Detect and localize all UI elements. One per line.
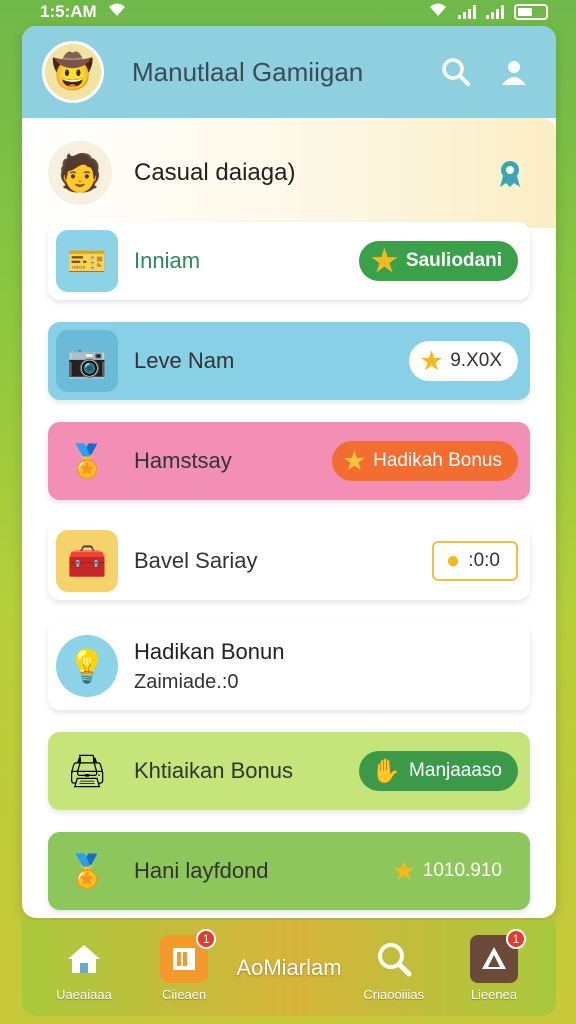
lightbulb-icon: 💡: [56, 635, 118, 697]
coin-icon: ●: [445, 547, 461, 574]
list-item[interactable]: 🖨 Khtiaikan Bonus ✋ Manjaaaso: [48, 732, 530, 810]
list-item[interactable]: 🧰 Bavel Sariay ● :0:0: [48, 522, 530, 600]
profile-avatar[interactable]: 🧑: [48, 141, 112, 205]
list-item-action-label: Hadikah Bonus: [373, 450, 502, 471]
tab-search[interactable]: Criaooiiias: [346, 935, 442, 1002]
list-item-sublabel: Zaimiade.:0: [134, 670, 239, 693]
app-header: 🤠 Manutlaal Gamiigan: [22, 26, 556, 118]
page-title: Manutlaal Gamiigan: [132, 56, 364, 87]
list-item-action-button[interactable]: ★ Sauliodani: [359, 241, 518, 281]
list-item-value: 9.X0X: [450, 350, 502, 371]
list-item[interactable]: 🏅 Hamstsay ★ Hadikah Bonus: [48, 422, 530, 500]
center-tab-label[interactable]: AoMiarlam: [236, 955, 341, 981]
list-item-label: Hamstsay: [134, 448, 232, 473]
search-icon[interactable]: [434, 50, 478, 94]
list-item-value: :0:0: [468, 550, 500, 571]
trophy-icon: 1: [469, 928, 526, 983]
sub-header-title: Casual daiaga): [134, 159, 296, 186]
status-time: 1:5:AM: [40, 2, 97, 21]
list-item-label: Inniam: [134, 248, 201, 273]
list-item[interactable]: 💡 Hadikan Bonun Zaimiade.:0: [48, 622, 530, 710]
ticket-icon: 🎫: [56, 230, 118, 292]
list-item-label: Hani layfdond: [134, 858, 269, 883]
status-bar: 1:5:AM: [0, 0, 576, 24]
avatar[interactable]: 🤠: [42, 41, 104, 103]
list-item-label: Bavel Sariay: [134, 548, 258, 573]
list-item-action-label: Sauliodani: [405, 250, 502, 271]
list-item-label: Hadikan Bonun: [134, 638, 285, 664]
calendar-icon: 1: [160, 928, 217, 983]
medal-icon: 🏅: [56, 840, 118, 902]
safe-icon: 🧰: [56, 530, 118, 592]
tab-label: Uaeaiaaa: [56, 986, 112, 1002]
tab-profile[interactable]: 1 Lieenea: [446, 928, 542, 1002]
tab-label: Criaooiiias: [363, 986, 425, 1002]
list-item[interactable]: 🏅 Hani layfdond ★ 1010.910: [48, 832, 530, 910]
list-item[interactable]: 📷 Leve Nam ★ 9.X0X: [48, 322, 530, 400]
tab-label: Ciieaen: [162, 986, 207, 1002]
signal-icon: [458, 5, 476, 19]
star-icon: ★: [420, 347, 443, 375]
notification-badge: 1: [505, 928, 526, 949]
bottom-tab-bar: Uaeaiaaa 1 Ciieaen AoMiarlam Criaooiiias…: [22, 920, 556, 1016]
signal-icon-2: [486, 5, 504, 19]
star-icon: ★: [393, 857, 415, 885]
tab-games[interactable]: 1 Ciieaen: [136, 928, 232, 1002]
notification-badge: 1: [196, 928, 217, 949]
star-icon: ★: [343, 447, 366, 475]
wifi-icon-right: [428, 2, 448, 23]
badge-icon[interactable]: [490, 153, 530, 193]
user-icon[interactable]: [492, 50, 536, 94]
sub-header: 🧑 Casual daiaga): [22, 118, 556, 228]
camera-icon: 📷: [56, 330, 118, 392]
list-item-value-badge: ★ 9.X0X: [408, 341, 518, 381]
list-item-action-button[interactable]: ★ Hadikah Bonus: [331, 441, 518, 481]
reward-list: 🎫 Inniam ★ Sauliodani 📷 Leve Nam ★ 9.X0X…: [48, 222, 530, 918]
list-item-label: Leve Nam: [134, 348, 235, 373]
machine-icon: 🖨: [56, 740, 118, 802]
star-icon: ★: [371, 244, 398, 278]
app-window: 🤠 Manutlaal Gamiigan 🧑 Casual daiaga) 🎫 …: [22, 26, 556, 918]
list-item-value-badge: ★ 1010.910: [381, 851, 518, 891]
list-item-value: 1010.910: [422, 860, 502, 881]
hand-icon: ✋: [371, 757, 402, 785]
battery-icon: [514, 4, 548, 20]
list-item-action-button[interactable]: ✋ Manjaaaso: [359, 751, 518, 791]
tab-label: Lieenea: [470, 986, 518, 1002]
home-icon: [60, 935, 108, 983]
list-item-value-badge: ● :0:0: [431, 541, 518, 581]
search-icon: [370, 935, 418, 983]
list-item-action-label: Manjaaaso: [409, 760, 502, 781]
tab-home[interactable]: Uaeaiaaa: [36, 935, 132, 1002]
list-item-label: Khtiaikan Bonus: [134, 758, 293, 783]
wifi-icon: [107, 2, 127, 23]
list-item[interactable]: 🎫 Inniam ★ Sauliodani: [48, 222, 530, 300]
medal-icon: 🏅: [56, 430, 118, 492]
